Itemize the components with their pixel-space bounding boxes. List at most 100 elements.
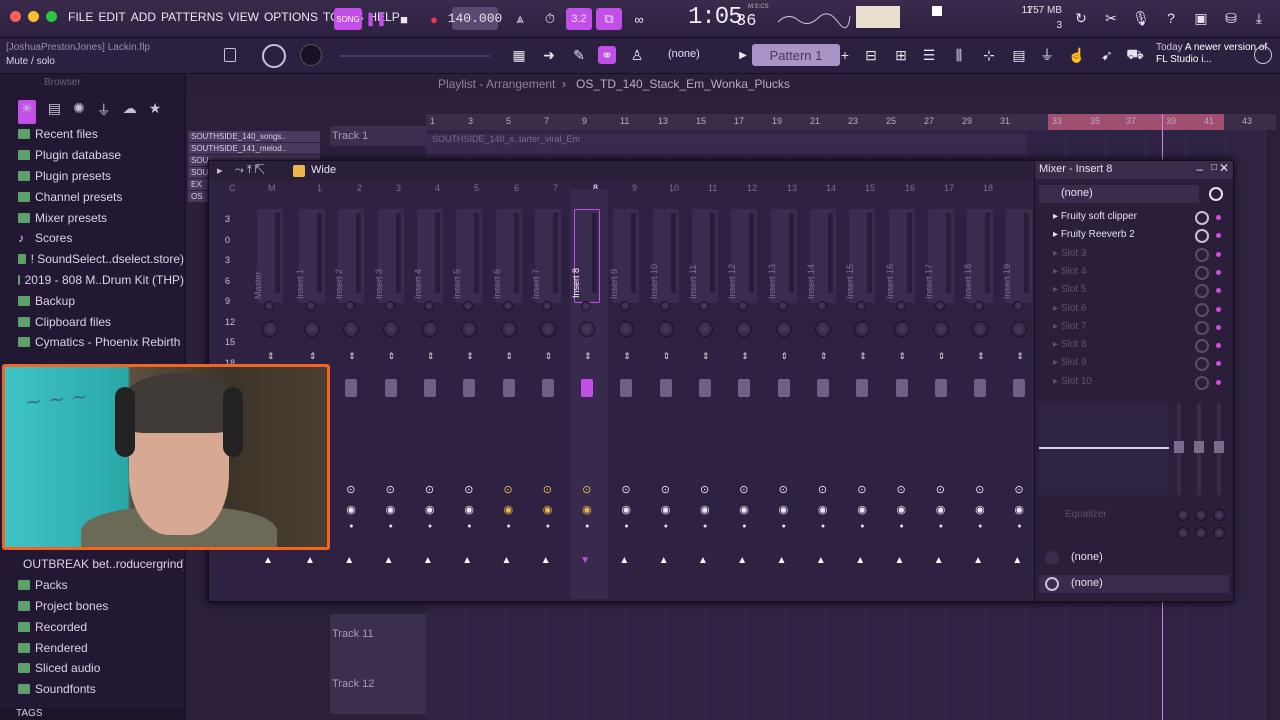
browser-item[interactable]: Recent files <box>0 124 184 145</box>
enable-icon[interactable]: ◉ <box>975 503 985 516</box>
enable-icon[interactable]: ◉ <box>1014 503 1024 516</box>
minimize-window-icon[interactable] <box>28 11 39 22</box>
cart-icon[interactable]: ⛟ <box>1126 46 1144 64</box>
send-arrow-icon[interactable]: ▲ <box>423 555 433 566</box>
send-arrow-icon[interactable]: ▲ <box>344 555 354 566</box>
slot-enable-icon[interactable] <box>1216 343 1221 349</box>
mixer-strip[interactable]: Insert 15 ⇕ ⊙ ◉ ● ▲ <box>845 189 883 599</box>
piano-roll-icon[interactable]: ⊞ <box>892 46 910 64</box>
pan-knob[interactable] <box>659 301 670 311</box>
slot-enable-icon[interactable] <box>1216 288 1221 294</box>
browser-item[interactable]: Mixer presets <box>0 207 184 228</box>
volume-fader[interactable] <box>620 379 633 397</box>
browser-cloud-icon[interactable]: ☁ <box>123 100 137 124</box>
pan-knob[interactable] <box>816 301 827 311</box>
browser-item[interactable]: Packs <box>0 575 184 596</box>
slot-arrow-icon[interactable]: ▸ <box>1053 376 1061 387</box>
enable-icon[interactable]: ◉ <box>897 503 907 516</box>
stamp-icon[interactable]: ♙ <box>628 46 646 64</box>
swap-icon[interactable]: ⇕ <box>309 351 317 362</box>
pan-knob[interactable] <box>738 301 749 311</box>
record-arm-icon[interactable]: ● <box>585 523 589 530</box>
input-route[interactable]: (none) <box>1039 549 1229 567</box>
send-arrow-icon[interactable]: ▲ <box>541 555 551 566</box>
volume-fader[interactable] <box>384 379 397 397</box>
effect-slot[interactable]: ▸ Slot 5 <box>1041 282 1227 300</box>
send-arrow-icon[interactable]: ▲ <box>816 555 826 566</box>
browser-item[interactable]: Sliced audio <box>0 658 184 679</box>
stereo-knob[interactable] <box>932 321 949 337</box>
enable-icon[interactable]: ◉ <box>700 503 710 516</box>
slot-mix-knob[interactable] <box>1195 302 1209 317</box>
menu-view[interactable]: VIEW <box>228 10 259 24</box>
pan-knob[interactable] <box>306 301 316 311</box>
stereo-knob[interactable] <box>618 321 635 337</box>
volume-fader[interactable] <box>856 379 869 397</box>
swap-icon[interactable]: ⇕ <box>506 351 514 362</box>
pan-knob[interactable] <box>384 301 395 311</box>
stereo-knob[interactable] <box>421 321 438 337</box>
swap-icon[interactable]: ⇕ <box>899 351 907 362</box>
eq-knob[interactable] <box>1195 527 1207 539</box>
mixer-view-mode[interactable]: Wide <box>311 164 336 176</box>
effect-slot[interactable]: ▸ Slot 3 <box>1041 246 1227 264</box>
pattern-none[interactable]: (none) <box>668 48 700 60</box>
send-arrow-icon[interactable]: ▲ <box>737 555 747 566</box>
fx-toggle-icon[interactable]: ⊙ <box>346 483 355 496</box>
volume-fader[interactable] <box>816 379 829 397</box>
volume-fader[interactable] <box>1013 379 1026 397</box>
microphone-icon[interactable]: 🎙 <box>1132 9 1150 27</box>
pan-knob[interactable] <box>856 301 867 311</box>
slot-arrow-icon[interactable]: ▸ <box>1053 266 1061 277</box>
pan-knob[interactable] <box>423 301 434 311</box>
effect-slot[interactable]: ▸ Slot 6 <box>1041 301 1227 319</box>
browser-item[interactable]: Project bones <box>0 596 184 617</box>
browser-icon[interactable]: ⊹ <box>980 46 998 64</box>
panel-minimize-icon[interactable]: – <box>1196 162 1203 176</box>
mixer-menu-icon[interactable]: ▸ <box>217 164 223 177</box>
fx-toggle-icon[interactable]: ⊙ <box>621 483 630 496</box>
record-arm-icon[interactable]: ● <box>1017 523 1021 530</box>
send-arrow-icon[interactable]: ▲ <box>895 555 905 566</box>
slot-arrow-icon[interactable]: ▸ <box>1053 284 1061 295</box>
mixer-strip[interactable]: Insert 11 ⇕ ⊙ ◉ ● ▲ <box>688 189 726 599</box>
stereo-knob[interactable] <box>814 321 831 337</box>
swap-icon[interactable]: ⇕ <box>741 351 749 362</box>
mixer-strip[interactable]: Insert 5 ⇕ ⊙ ◉ ● ▲ <box>452 189 490 599</box>
file-icon[interactable]: ▤ <box>1010 46 1028 64</box>
mixer-strip[interactable]: Insert 3 ⇕ ⊙ ◉ ● ▲ <box>374 189 412 599</box>
tags-header[interactable]: TAGS <box>0 708 184 720</box>
pan-knob[interactable] <box>777 301 788 311</box>
volume-fader[interactable] <box>738 379 751 397</box>
master-pitch-knob[interactable] <box>262 44 286 68</box>
slot-mix-knob[interactable] <box>1195 247 1209 262</box>
master-volume-icon[interactable] <box>932 6 942 16</box>
fx-toggle-icon[interactable]: ⊙ <box>700 483 709 496</box>
latency-icon[interactable] <box>1209 187 1223 201</box>
download-icon[interactable]: ⤓ <box>1250 9 1268 27</box>
plugin-manager-icon[interactable]: ⛁ <box>1222 9 1240 27</box>
browser-settings-icon[interactable]: ✺ <box>73 100 85 124</box>
browser-item[interactable]: Soundfonts <box>0 679 184 700</box>
eq-slider-handle[interactable] <box>1174 441 1184 453</box>
effect-slot[interactable]: ▸ Fruity Reeverb 2 <box>1041 227 1227 245</box>
record-arm-icon[interactable]: ● <box>860 523 864 530</box>
slot-mix-knob[interactable] <box>1195 265 1209 280</box>
record-arm-icon[interactable]: ● <box>349 523 353 530</box>
stereo-knob[interactable] <box>382 321 399 337</box>
record-arm-icon[interactable]: ● <box>742 523 746 530</box>
record-arm-icon[interactable]: ● <box>782 523 786 530</box>
record-arm-icon[interactable]: ● <box>664 523 668 530</box>
master-slider[interactable] <box>340 55 490 57</box>
mixer-icon[interactable]: ⫼ <box>950 46 968 64</box>
swap-icon[interactable]: ⇕ <box>859 351 867 362</box>
fx-toggle-icon[interactable]: ⊙ <box>1014 483 1023 496</box>
volume-fader[interactable] <box>345 379 358 397</box>
fx-toggle-icon[interactable]: ⊙ <box>897 483 906 496</box>
swap-icon[interactable]: ⇕ <box>781 351 789 362</box>
send-arrow-icon[interactable]: ▲ <box>777 555 787 566</box>
pan-knob[interactable] <box>1013 301 1024 311</box>
eq-slider-handle[interactable] <box>1214 441 1224 453</box>
pan-knob[interactable] <box>264 301 274 311</box>
browser-item[interactable]: Recorded <box>0 616 184 637</box>
